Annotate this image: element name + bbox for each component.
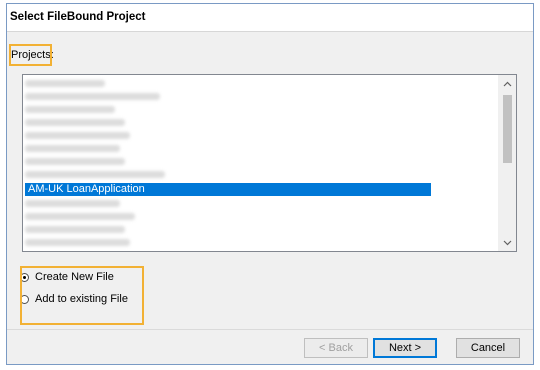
list-item[interactable] — [25, 210, 135, 223]
list-item[interactable] — [25, 155, 125, 168]
back-button[interactable]: < Back — [304, 338, 368, 358]
next-button[interactable]: Next > — [373, 338, 437, 358]
list-item[interactable] — [25, 168, 165, 181]
projects-listbox[interactable]: AM-UK LoanApplication — [22, 74, 517, 252]
cancel-button[interactable]: Cancel — [456, 338, 520, 358]
list-item[interactable] — [25, 197, 120, 210]
list-item[interactable] — [25, 77, 105, 90]
chevron-down-icon[interactable] — [499, 234, 516, 251]
annotation-highlight-projects — [9, 44, 52, 66]
dialog-window: Select FileBound Project Projects: AM-UK… — [6, 3, 534, 365]
list-item[interactable] — [25, 223, 125, 236]
footer-divider — [7, 329, 533, 330]
list-item-selected[interactable]: AM-UK LoanApplication — [25, 183, 431, 196]
dialog-title: Select FileBound Project — [10, 11, 146, 23]
list-item[interactable] — [25, 142, 120, 155]
list-item[interactable] — [25, 90, 160, 103]
vertical-scrollbar[interactable] — [498, 75, 516, 251]
list-item[interactable] — [25, 116, 125, 129]
list-item[interactable] — [25, 129, 130, 142]
annotation-highlight-options — [20, 266, 144, 325]
list-item[interactable] — [25, 103, 115, 116]
list-item[interactable] — [25, 236, 130, 249]
scrollbar-thumb[interactable] — [503, 95, 512, 163]
title-bar: Select FileBound Project — [7, 4, 533, 32]
chevron-up-icon[interactable] — [499, 75, 516, 92]
